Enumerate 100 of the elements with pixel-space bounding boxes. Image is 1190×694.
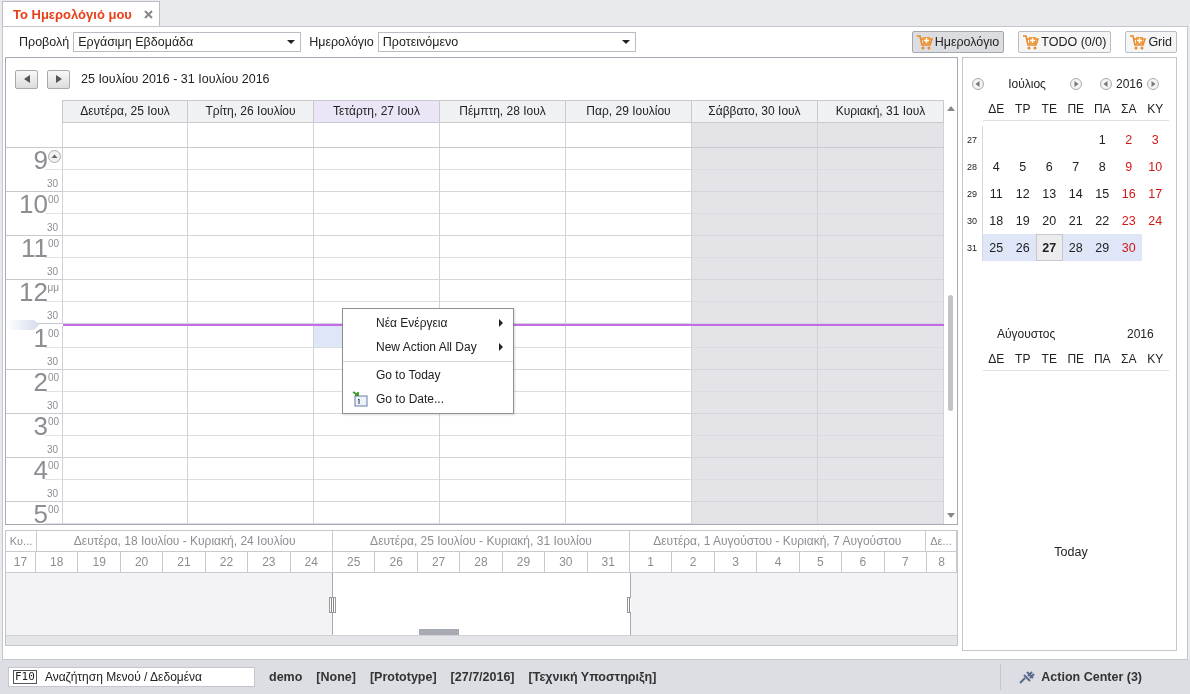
toolbar-button[interactable]: Ημερολόγιο <box>911 31 1005 53</box>
next-button[interactable] <box>47 69 70 89</box>
calendar-day[interactable]: 13 <box>1036 180 1063 207</box>
dropdown-arrow-icon <box>621 40 630 44</box>
search-field[interactable]: F10 Αναζήτηση Μενού / Δεδομένα <box>8 667 255 687</box>
scroll-up-icon[interactable] <box>946 106 955 111</box>
day-header[interactable]: Δευτέρα, 25 Ιουλ <box>62 100 188 123</box>
calendar-day[interactable]: 7 <box>1062 153 1089 180</box>
minute-label: 00 <box>47 238 59 249</box>
minute-label: 30 <box>46 221 58 235</box>
day-header[interactable]: Σάββατο, 30 Ιουλ <box>692 100 818 123</box>
next-year-icon[interactable] <box>1146 78 1159 90</box>
calendar-day[interactable]: 8 <box>1089 153 1116 180</box>
calendar-day[interactable]: 23 <box>1115 207 1142 234</box>
calendar-day[interactable]: 1 <box>1089 126 1116 153</box>
day-number: 31 <box>587 552 630 572</box>
day-header[interactable]: Τετάρτη, 27 Ιουλ <box>314 100 440 123</box>
left-triangle-icon <box>23 75 30 83</box>
menu-item[interactable]: Go to Date... <box>343 387 513 411</box>
previous-month-icon[interactable] <box>972 78 984 90</box>
day-number: 17 <box>6 552 36 572</box>
scroll-up-icon[interactable] <box>48 150 61 163</box>
day-number: 1 <box>630 552 673 572</box>
horizontal-scrollbar[interactable] <box>6 635 957 645</box>
menu-item[interactable]: New Action All Day <box>343 335 513 359</box>
day-header[interactable]: Παρ, 29 Ιουλίου <box>566 100 692 123</box>
calendar-day[interactable]: 17 <box>1142 180 1169 207</box>
day-number: 21 <box>163 552 206 572</box>
menu-item[interactable]: Νέα Ενέργεια <box>343 311 513 335</box>
calendar-dropdown[interactable]: Προτεινόμενο <box>377 32 636 52</box>
calendar-day[interactable]: 15 <box>1089 180 1116 207</box>
day-header[interactable]: Κυριακή, 31 Ιουλ <box>818 100 944 123</box>
day-number: 4 <box>757 552 800 572</box>
calendar-day[interactable]: 16 <box>1115 180 1142 207</box>
close-icon[interactable] <box>143 9 153 19</box>
calendar-day[interactable]: 29 <box>1089 234 1116 261</box>
all-day-cell[interactable] <box>692 122 818 147</box>
calendar-day[interactable]: 3 <box>1142 126 1169 153</box>
previous-button[interactable] <box>15 69 38 89</box>
calendar-day[interactable]: 27 <box>1036 234 1063 261</box>
day-number: 6 <box>842 552 885 572</box>
calendar-day[interactable]: 2 <box>1115 126 1142 153</box>
calendar-day[interactable]: 28 <box>1062 234 1089 261</box>
calendar-day[interactable]: 30 <box>1115 234 1142 261</box>
calendar-day[interactable]: 25 <box>983 234 1010 261</box>
hour-label: 5 <box>33 502 48 526</box>
next-month-icon[interactable] <box>1070 78 1082 90</box>
scroll-down-icon[interactable] <box>946 513 955 518</box>
calendar-day[interactable]: 14 <box>1062 180 1089 207</box>
today-button[interactable]: Today <box>1048 544 1094 560</box>
all-day-cell[interactable] <box>818 122 944 147</box>
previous-year-icon[interactable] <box>1100 78 1112 90</box>
all-day-cell[interactable] <box>62 122 188 147</box>
toolbar-button[interactable]: TODO (0/0) <box>1018 31 1112 53</box>
calendar-day[interactable]: 10 <box>1142 153 1169 180</box>
day-number: 30 <box>545 552 588 572</box>
timeline-area[interactable] <box>927 573 957 635</box>
submenu-arrow-icon <box>499 343 503 351</box>
day-number: 7 <box>884 552 927 572</box>
minute-label: 30 <box>46 487 58 501</box>
document-tab[interactable]: Το Ημερολόγιό μου <box>2 1 160 26</box>
status-item: [27/7/2016] <box>450 670 515 684</box>
cart-icon <box>916 34 933 50</box>
selected-range[interactable] <box>332 573 631 635</box>
menu-item[interactable]: Go to Today <box>343 361 513 387</box>
week-header: Δευτέρα, 25 Ιουλίου - Κυριακή, 31 Ιουλίου <box>333 531 630 551</box>
calendar-day[interactable]: 18 <box>983 207 1010 234</box>
weekday-label: ΠΑ <box>1092 101 1112 118</box>
calendar-day[interactable]: 6 <box>1036 153 1063 180</box>
scrollbar-thumb[interactable] <box>948 295 953 411</box>
calendar-day[interactable]: 22 <box>1089 207 1116 234</box>
scrollbar-thumb[interactable] <box>419 629 459 635</box>
view-dropdown[interactable]: Εργάσιμη Εβδομάδα <box>73 32 302 52</box>
toolbar-button[interactable]: Grid <box>1125 31 1177 53</box>
weekday-label: ΤΡ <box>1014 351 1032 368</box>
weekday-label: ΠΑ <box>1092 351 1112 368</box>
calendar-day[interactable]: 26 <box>1009 234 1036 261</box>
range-handle[interactable] <box>329 597 337 613</box>
calendar-label: Ημερολόγιο <box>309 35 374 49</box>
calendar-day[interactable]: 4 <box>983 153 1010 180</box>
minute-label: 30 <box>46 399 58 413</box>
calendar-day[interactable]: 5 <box>1009 153 1036 180</box>
timeline-area[interactable] <box>6 573 36 635</box>
calendar-day[interactable]: 19 <box>1009 207 1036 234</box>
week-number: 30 <box>967 207 983 234</box>
action-center-button[interactable]: Action Center (3) <box>1000 664 1182 690</box>
calendar-day[interactable]: 20 <box>1036 207 1063 234</box>
day-header[interactable]: Πέμπτη, 28 Ιουλ <box>440 100 566 123</box>
week-header: Δευτέρα, 1 Αυγούστου - Κυριακή, 7 Αυγούστου <box>629 531 926 551</box>
calendar-day[interactable]: 9 <box>1115 153 1142 180</box>
calendar-day[interactable]: 21 <box>1062 207 1089 234</box>
minute-label: 30 <box>46 309 58 323</box>
weekday-label: ΠΕ <box>1066 101 1086 118</box>
shortcut-key: F10 <box>13 670 37 684</box>
calendar-day[interactable]: 24 <box>1142 207 1169 234</box>
day-header[interactable]: Τρίτη, 26 Ιουλίου <box>188 100 314 123</box>
hour-label: 4 <box>33 458 48 482</box>
minute-label: 30 <box>46 265 58 279</box>
calendar-day[interactable]: 12 <box>1009 180 1036 207</box>
calendar-day[interactable]: 11 <box>983 180 1010 207</box>
